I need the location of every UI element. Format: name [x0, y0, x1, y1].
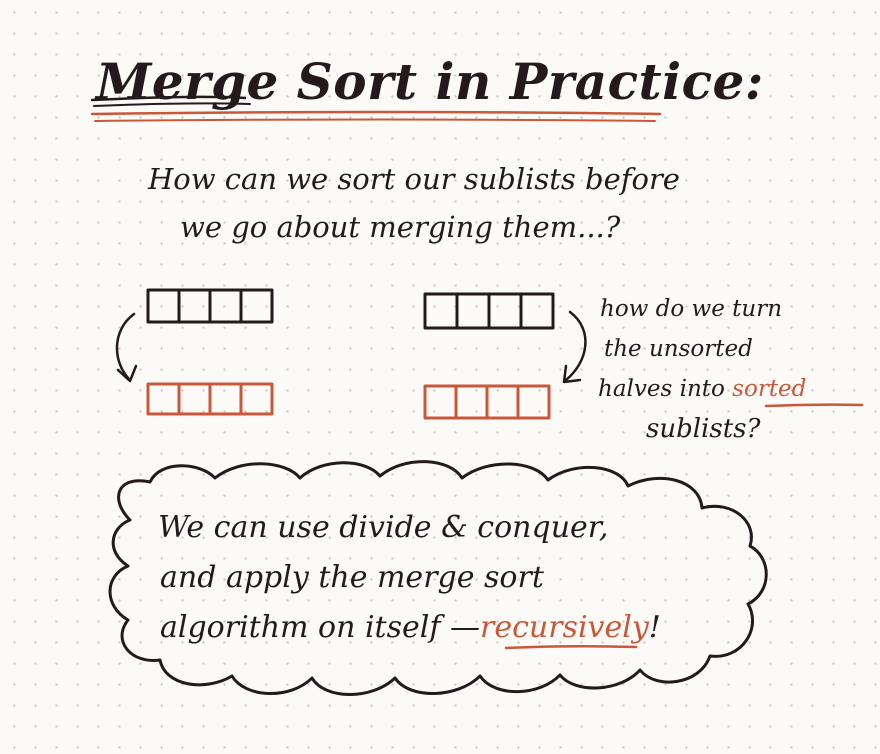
cloud-line-3-text: algorithm on itself —: [160, 610, 480, 645]
sorted-underline: [764, 403, 864, 408]
page-title: Merge Sort in Practice:: [96, 52, 764, 111]
sorted-array-right: [423, 384, 551, 420]
note-line-3-text: halves into: [598, 376, 725, 402]
note-line-2: the unsorted: [604, 336, 753, 362]
title-underline-accent-2: [94, 118, 656, 122]
cloud-line-1: We can use divide & conquer,: [158, 510, 609, 545]
unsorted-array-right: [423, 292, 555, 330]
sorted-array-left: [146, 382, 274, 416]
cloud-line-3-suffix: !: [648, 610, 661, 645]
question-line-1: How can we sort our sublists before: [148, 162, 680, 196]
unsorted-array-left: [146, 288, 274, 324]
title-underline-accent-1: [90, 110, 662, 116]
recursively-underline: [504, 644, 638, 650]
note-line-1: how do we turn: [600, 296, 783, 322]
notebook-page: Merge Sort in Practice: How can we sort …: [0, 0, 880, 754]
right-arrow-icon: [562, 310, 587, 384]
note-line-3: halves into sorted: [598, 376, 806, 402]
note-line-4: sublists?: [646, 414, 761, 444]
cloud-line-2: and apply the merge sort: [160, 560, 544, 595]
question-line-2: we go about merging them...?: [180, 210, 621, 244]
cloud-line-3: algorithm on itself —recursively!: [160, 610, 661, 645]
recursively-highlight: recursively: [480, 610, 649, 645]
left-arrow-icon: [115, 312, 138, 383]
sorted-highlight: sorted: [732, 376, 807, 402]
